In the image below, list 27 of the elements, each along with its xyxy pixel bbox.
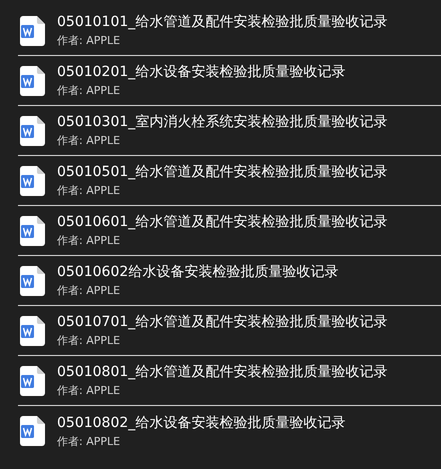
file-author: 作者: APPLE bbox=[57, 34, 122, 48]
word-document-icon bbox=[20, 266, 45, 296]
file-author: 作者: APPLE bbox=[57, 234, 122, 248]
file-title[interactable]: 05010601_给水管道及配件安装检验批质量验收记录 bbox=[57, 213, 388, 231]
word-document-icon bbox=[20, 66, 45, 96]
file-author: 作者: APPLE bbox=[57, 84, 122, 98]
file-title[interactable]: 05010802_给水设备安装检验批质量验收记录 bbox=[57, 414, 346, 432]
word-document-icon bbox=[20, 16, 45, 46]
file-title[interactable]: 05010501_给水管道及配件安装检验批质量验收记录 bbox=[57, 163, 388, 181]
file-title[interactable]: 05010801_给水管道及配件安装检验批质量验收记录 bbox=[57, 363, 388, 381]
file-author: 作者: APPLE bbox=[57, 284, 122, 298]
file-author: 作者: APPLE bbox=[57, 384, 122, 398]
file-title[interactable]: 05010701_给水管道及配件安装检验批质量验收记录 bbox=[57, 313, 388, 331]
word-document-icon bbox=[20, 116, 45, 146]
file-title[interactable]: 05010301_室内消火栓系统安装检验批质量验收记录 bbox=[57, 113, 388, 131]
word-document-icon bbox=[20, 166, 45, 196]
word-document-icon bbox=[20, 416, 45, 446]
file-author: 作者: APPLE bbox=[57, 134, 122, 148]
file-author: 作者: APPLE bbox=[57, 334, 122, 348]
file-title[interactable]: 05010201_给水设备安装检验批质量验收记录 bbox=[57, 63, 346, 81]
word-document-icon bbox=[20, 316, 45, 346]
word-document-icon bbox=[20, 216, 45, 246]
word-document-icon bbox=[20, 366, 45, 396]
file-title[interactable]: 05010101_给水管道及配件安装检验批质量验收记录 bbox=[57, 13, 388, 31]
file-author: 作者: APPLE bbox=[57, 184, 122, 198]
file-title[interactable]: 05010602给水设备安装检验批质量验收记录 bbox=[57, 263, 338, 281]
file-author: 作者: APPLE bbox=[57, 434, 122, 448]
